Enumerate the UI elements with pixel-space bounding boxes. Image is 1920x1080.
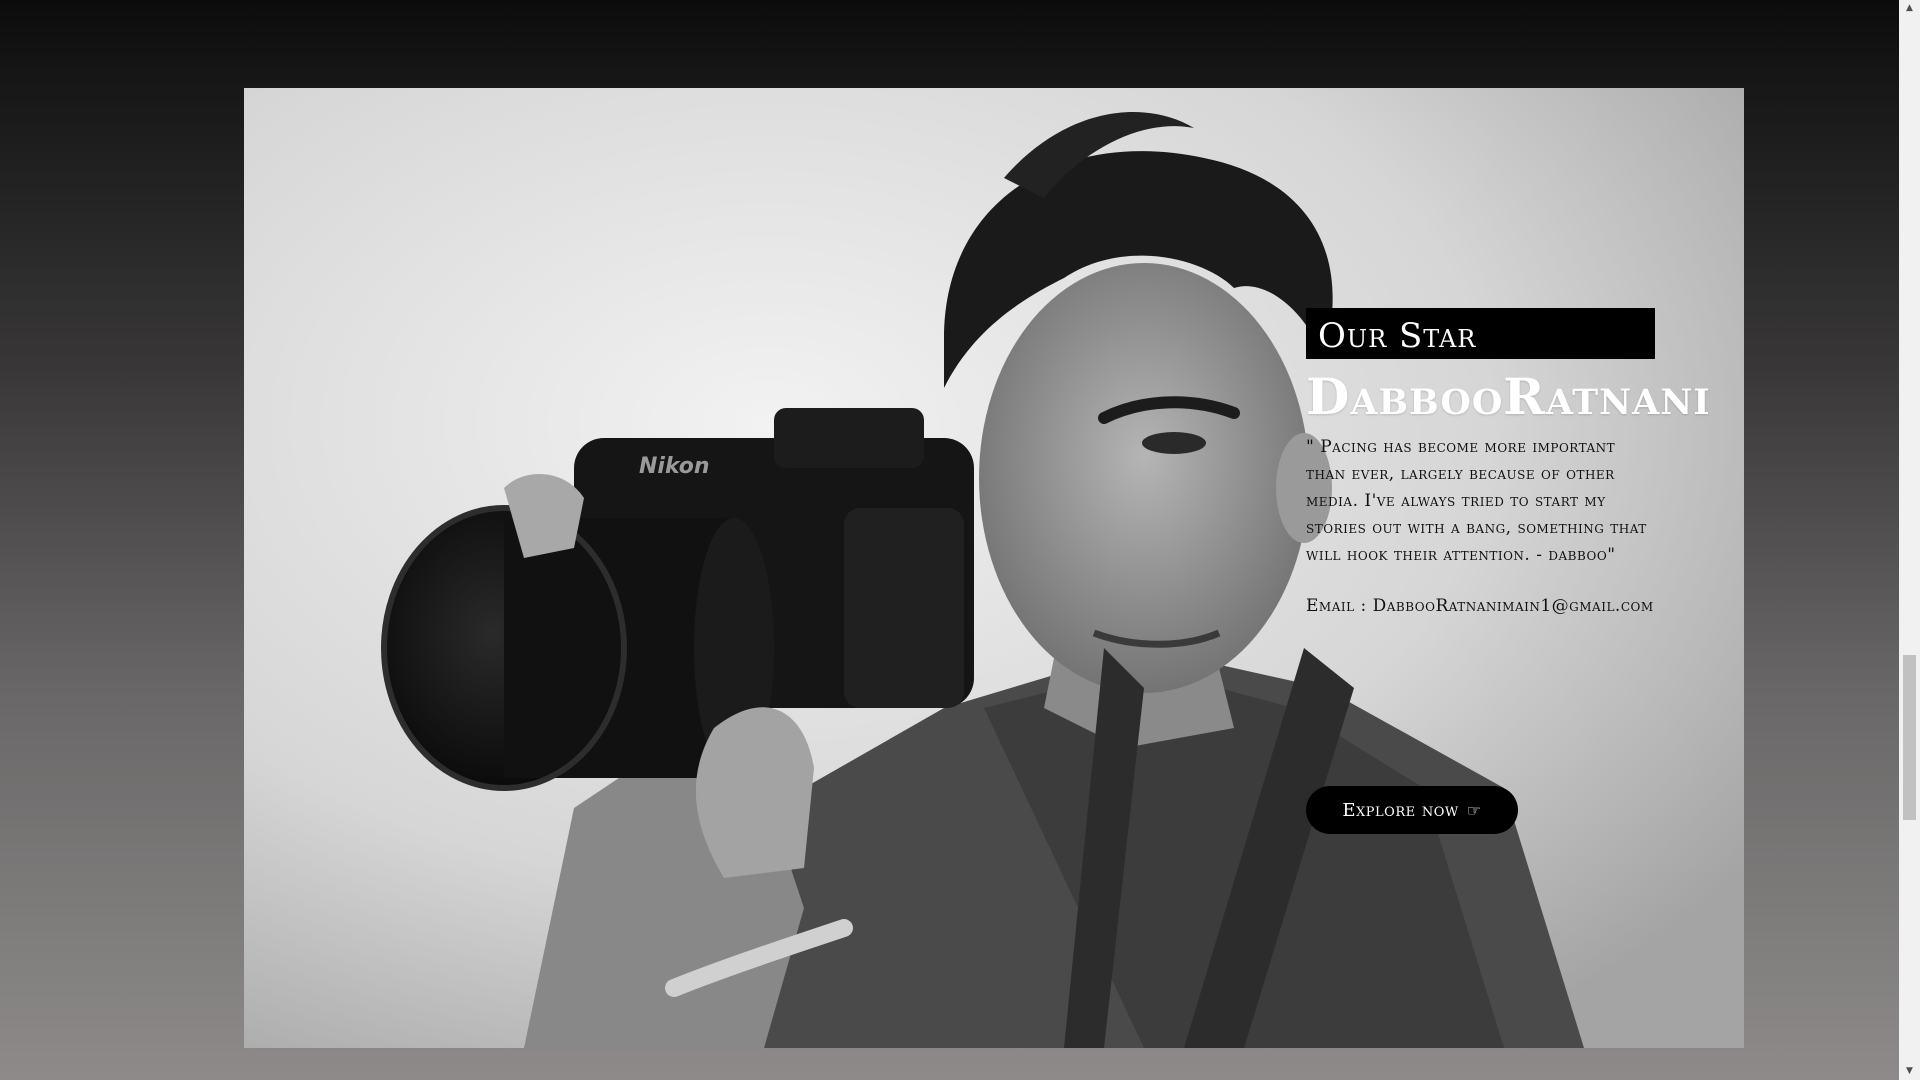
star-quote: " Pacing has become more important than … xyxy=(1306,437,1647,565)
explore-now-label: Explore now xyxy=(1342,799,1459,821)
star-email: Email : DabbooRatnanimain1@gmail.com xyxy=(1306,596,1654,616)
page-viewport: Nikon Our Star DabbooRatnani " Pacing ha… xyxy=(0,0,1899,1080)
explore-now-button[interactable]: Explore now ☞ xyxy=(1306,786,1518,834)
scrollbar-thumb[interactable] xyxy=(1903,655,1916,820)
section-label: Our Star xyxy=(1306,308,1655,359)
vertical-scrollbar[interactable]: ▲ ▼ xyxy=(1899,0,1920,1080)
pointing-hand-icon: ☞ xyxy=(1466,800,1482,820)
hero-banner: Nikon Our Star DabbooRatnani " Pacing ha… xyxy=(244,88,1744,1048)
star-name: DabbooRatnani xyxy=(1306,367,1711,426)
star-info: Our Star DabbooRatnani " Pacing has beco… xyxy=(1306,308,1736,616)
scroll-up-arrow-icon[interactable]: ▲ xyxy=(1899,0,1920,17)
scroll-down-arrow-icon[interactable]: ▼ xyxy=(1899,1063,1920,1080)
svg-text:Nikon: Nikon xyxy=(639,454,710,479)
